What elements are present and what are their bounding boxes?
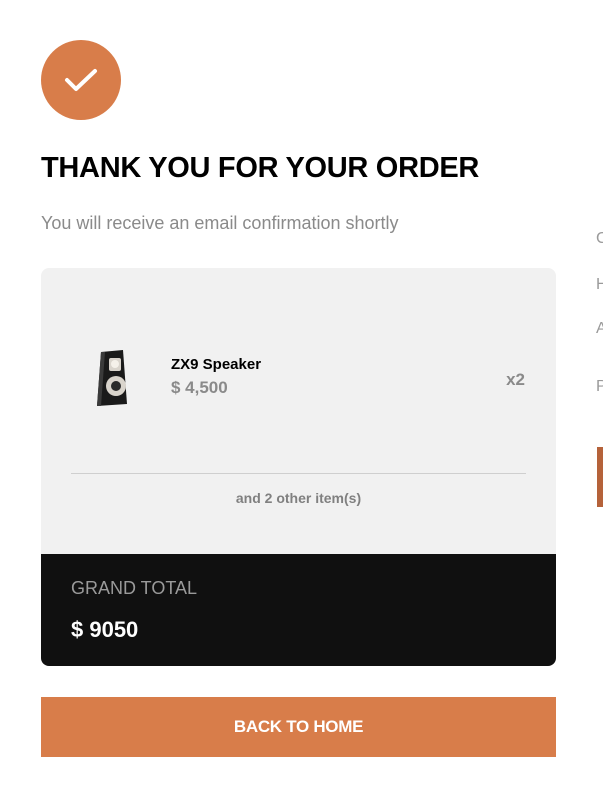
item-price: $ 4,500 xyxy=(171,378,228,397)
checkmark-icon xyxy=(65,69,97,91)
background-text: A xyxy=(596,320,603,337)
view-other-items-link[interactable]: and 2 other item(s) xyxy=(41,490,556,506)
grand-total-value: $ 9050 xyxy=(71,617,139,642)
confirmation-subtitle: You will receive an email confirmation s… xyxy=(41,213,399,233)
background-text: C xyxy=(596,230,603,247)
background-text: H xyxy=(596,276,603,293)
speaker-product-image xyxy=(87,348,137,408)
divider xyxy=(71,473,526,474)
back-to-home-button[interactable]: BACK TO HOME xyxy=(41,697,556,757)
background-text: P xyxy=(596,378,603,395)
grand-total-label: GRAND TOTAL xyxy=(71,578,198,598)
order-confirmation-modal: THANK YOU FOR YOUR ORDER You will receiv… xyxy=(0,0,596,793)
success-check-icon xyxy=(41,40,121,120)
order-summary: ZX9 Speaker $ 4,500 x2 and 2 other item(… xyxy=(41,268,556,666)
item-quantity: x2 xyxy=(506,370,525,389)
item-name: ZX9 Speaker xyxy=(171,356,262,373)
background-button-edge xyxy=(597,447,603,507)
confirmation-title: THANK YOU FOR YOUR ORDER xyxy=(41,152,480,184)
order-items-panel: ZX9 Speaker $ 4,500 x2 and 2 other item(… xyxy=(41,268,556,554)
grand-total-panel: GRAND TOTAL $ 9050 xyxy=(41,554,556,666)
